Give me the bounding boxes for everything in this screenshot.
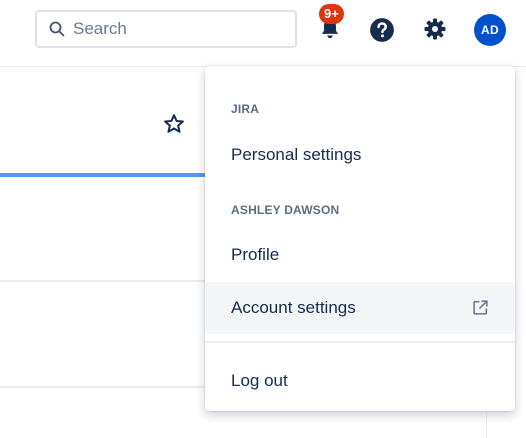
log-out-item[interactable]: Log out (205, 355, 515, 407)
external-link-icon (473, 300, 488, 315)
search-box[interactable] (35, 10, 297, 48)
profile-item[interactable]: Profile (205, 229, 515, 281)
row-divider (0, 280, 220, 282)
menu-group-heading-jira: JIRA (231, 102, 260, 116)
settings-button[interactable] (420, 14, 450, 44)
search-input[interactable] (73, 19, 273, 39)
menu-item-label: Log out (231, 371, 288, 390)
notification-badge: 9+ (319, 4, 344, 24)
menu-divider (205, 341, 515, 343)
personal-settings-item[interactable]: Personal settings (205, 129, 515, 181)
menu-item-label: Account settings (231, 298, 356, 317)
account-settings-item[interactable]: Account settings (205, 282, 515, 334)
row-divider (0, 386, 220, 388)
star-icon (164, 114, 184, 133)
menu-item-label: Personal settings (231, 145, 362, 164)
menu-item-label: Profile (231, 245, 280, 264)
search-icon (49, 21, 65, 37)
page: 9+ AD JIRA Person (0, 0, 526, 438)
gear-icon (424, 18, 446, 40)
avatar[interactable]: AD (474, 14, 506, 46)
active-tab-indicator (0, 173, 220, 177)
profile-dropdown: JIRA Personal settings ASHLEY DAWSON Pro… (205, 66, 515, 411)
help-button[interactable] (366, 14, 398, 46)
star-button[interactable] (159, 109, 189, 139)
menu-group-heading-user: ASHLEY DAWSON (231, 203, 340, 217)
help-icon (370, 18, 394, 42)
